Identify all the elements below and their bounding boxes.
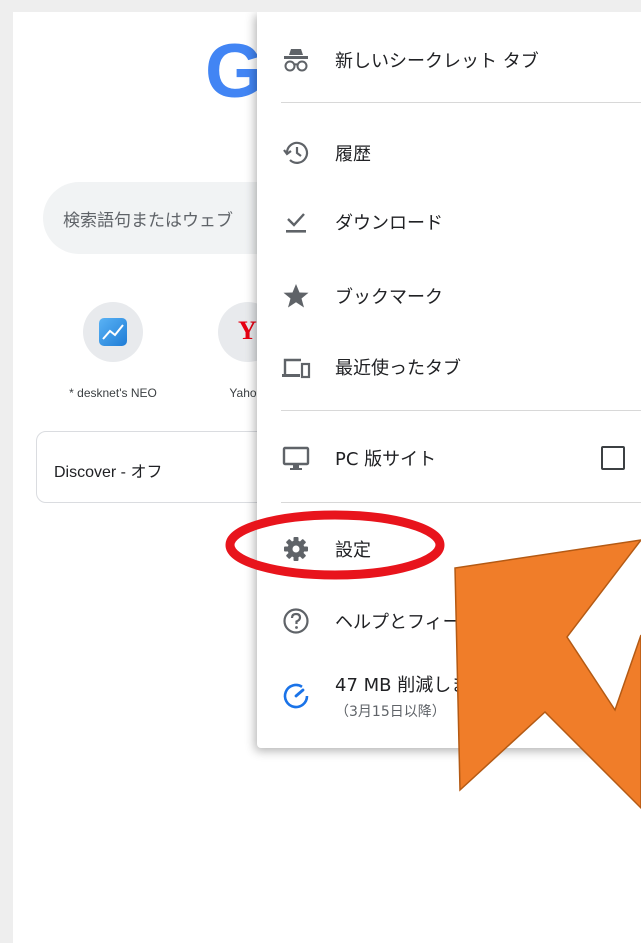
menu-divider [281,502,641,503]
menu-item-history[interactable]: 履歴 [257,119,641,187]
menu-item-label: 新しいシークレット タブ [335,51,539,72]
google-logo: G [205,29,265,114]
chrome-new-tab-screen: G 検索語句またはウェブ * desknet's NEO Y Yahoo! Di… [13,12,641,943]
menu-item-label: 最近使ったタブ [335,358,461,379]
incognito-icon [281,45,311,75]
gear-icon [281,534,311,564]
menu-item-recent-tabs[interactable]: 最近使ったタブ [257,333,641,401]
devices-icon [281,352,311,382]
menu-item-desktop-site[interactable]: PC 版サイト [257,424,641,492]
menu-item-label: ヘルプとフィー [335,612,461,633]
menu-item-label: ブックマーク [335,287,443,308]
menu-item-downloads[interactable]: ダウンロード [257,188,641,256]
menu-divider [281,102,641,103]
menu-item-label: ダウンロード [335,213,443,234]
menu-item-label: 設定 [335,540,371,561]
menu-item-new-incognito-tab[interactable]: 新しいシークレット タブ [257,26,641,94]
overflow-menu: 新しいシークレット タブ 履歴 ダウンロード ブックマーク 最近使ったタブ PC… [257,12,641,748]
shortcut-label: * desknet's NEO [69,386,157,400]
data-saver-icon [281,681,311,711]
menu-divider [281,410,641,411]
star-icon [281,281,311,311]
menu-item-settings[interactable]: 設定 [257,515,641,583]
menu-item-help-feedback[interactable]: ヘルプとフィー [257,587,641,655]
menu-item-data-saver[interactable]: 47 MB 削減しまし （3月15日以降） [257,662,641,730]
history-icon [281,138,311,168]
menu-item-label: 47 MB 削減しまし [335,675,488,696]
desktop-site-checkbox[interactable] [601,446,625,470]
menu-item-label: 履歴 [335,144,371,165]
desknets-icon [83,302,143,362]
shortcut-tile-desknets[interactable]: * desknet's NEO [53,302,173,400]
search-placeholder: 検索語句またはウェブ [63,211,233,231]
help-icon [281,606,311,636]
monitor-icon [281,443,311,473]
menu-item-sublabel: （3月15日以降） [335,704,446,720]
menu-item-label: PC 版サイト [335,449,437,470]
discover-label: Discover - オフ [54,464,163,481]
download-icon [281,207,311,237]
menu-item-bookmarks[interactable]: ブックマーク [257,262,641,330]
